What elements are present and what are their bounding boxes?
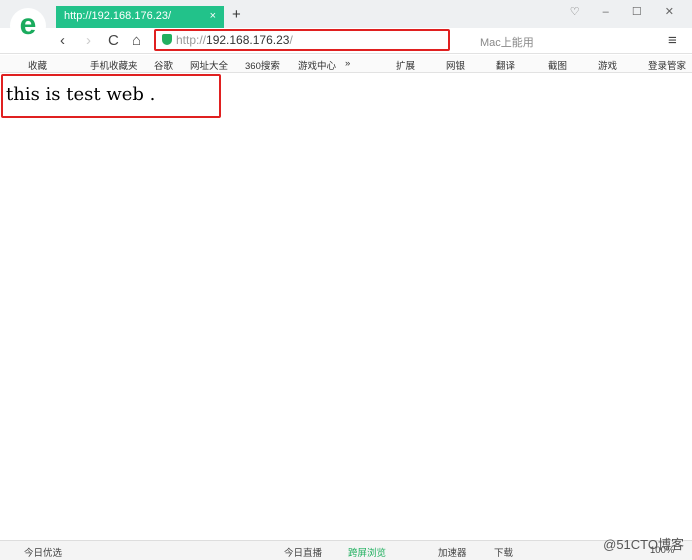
tab-close-button[interactable]: × [210, 10, 216, 22]
bookmark-item[interactable]: 登录管家 [648, 58, 686, 72]
navigation-bar: ‹ › C ⌂ http://192.168.176.23/ Mac上能用 ≡ [0, 28, 692, 54]
bookmark-item[interactable]: 网址大全 [190, 58, 228, 72]
status-cross-screen[interactable]: 跨屏浏览 [348, 545, 386, 559]
status-bar: 今日优选 今日直播 跨屏浏览 加速器 下载 100% [0, 540, 692, 560]
reload-button[interactable]: C [108, 32, 119, 49]
status-today-picks[interactable]: 今日优选 [24, 545, 62, 559]
more-bookmarks-button[interactable]: » [345, 58, 350, 69]
tab-title: http://192.168.176.23/ [64, 10, 172, 22]
bookmarks-bar: 收藏 手机收藏夹 谷歌 网址大全 360搜索 游戏中心 » 扩展 网银 翻译 截… [0, 55, 692, 73]
url-host: 192.168.176.23 [206, 33, 290, 47]
bookmark-item[interactable]: 网银 [446, 58, 465, 72]
page-content: this is test web . [0, 74, 692, 540]
bookmark-item[interactable]: 360搜索 [245, 58, 280, 72]
bookmark-item[interactable]: 手机收藏夹 [90, 58, 138, 72]
browser-logo: e [10, 8, 46, 44]
status-download[interactable]: 下载 [494, 545, 513, 559]
bookmark-item[interactable]: 收藏 [28, 58, 47, 72]
new-tab-button[interactable]: + [232, 6, 241, 23]
status-live[interactable]: 今日直播 [284, 545, 322, 559]
bookmark-item[interactable]: 谷歌 [154, 58, 173, 72]
back-button[interactable]: ‹ [60, 32, 65, 49]
url-path: / [289, 33, 293, 47]
bookmark-item[interactable]: 截图 [548, 58, 567, 72]
menu-button[interactable]: ≡ [668, 32, 677, 49]
bookmark-item[interactable]: 翻译 [496, 58, 515, 72]
home-button[interactable]: ⌂ [132, 32, 141, 49]
tab-active[interactable]: http://192.168.176.23/ × [56, 6, 224, 28]
address-bar[interactable]: http://192.168.176.23/ [154, 29, 450, 51]
url-scheme: http:// [176, 33, 207, 47]
page-text: this is test web . [6, 84, 156, 105]
bookmark-item[interactable]: 扩展 [396, 58, 415, 72]
bookmark-item[interactable]: 游戏中心 [298, 58, 336, 72]
search-box[interactable]: Mac上能用 [480, 34, 534, 50]
bookmark-item[interactable]: 游戏 [598, 58, 617, 72]
watermark: @51CTO博客 [603, 537, 684, 552]
forward-button[interactable]: › [86, 32, 91, 49]
window-controls[interactable]: ♡ – ☐ ✕ [570, 5, 684, 18]
shield-icon [162, 34, 172, 45]
title-bar: e http://192.168.176.23/ × + ♡ – ☐ ✕ [0, 0, 692, 44]
status-accelerator[interactable]: 加速器 [438, 545, 467, 559]
